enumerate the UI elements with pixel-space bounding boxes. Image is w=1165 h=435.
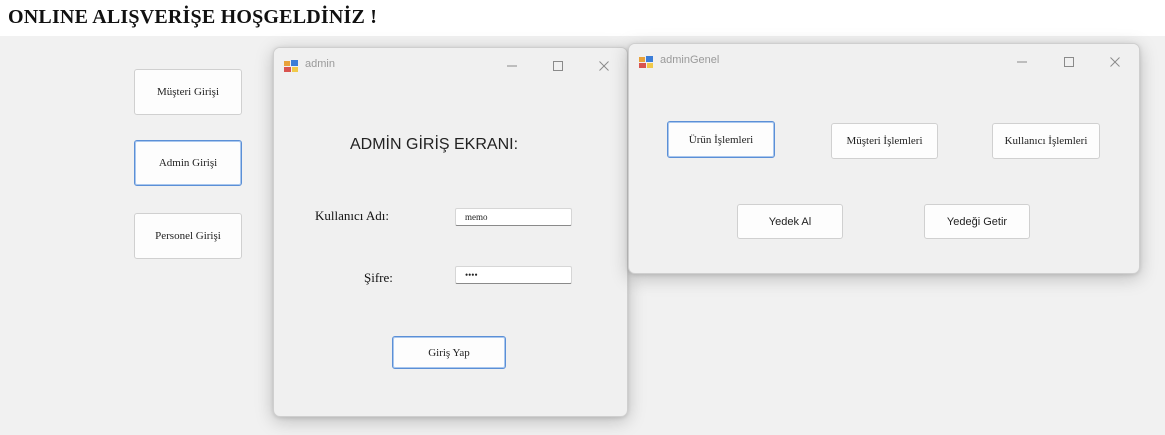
minimize-icon[interactable] [492,54,532,78]
personel-girisi-button[interactable]: Personel Girişi [134,213,242,259]
minimize-icon[interactable] [1002,50,1042,74]
yedek-al-button[interactable]: Yedek Al [737,204,843,239]
username-input[interactable] [455,208,572,226]
maximize-icon[interactable] [538,54,578,78]
admin-window-titlebar[interactable]: admin [274,48,627,84]
admingenel-window: adminGenel Ürün İşlemleri Müşteri İşleml… [628,43,1140,274]
app-icon [638,55,654,69]
admin-window: admin ADMİN GİRİŞ EKRANI: Kullanıcı Adı:… [273,47,628,417]
admingenel-window-title: adminGenel [660,54,720,66]
app-icon [283,59,299,73]
admin-girisi-button[interactable]: Admin Girişi [134,140,242,186]
admingenel-window-titlebar[interactable]: adminGenel [629,44,1139,80]
yedegi-getir-button[interactable]: Yedeği Getir [924,204,1030,239]
urun-islemleri-button[interactable]: Ürün İşlemleri [667,121,775,158]
close-icon[interactable] [584,54,624,78]
kullanici-islemleri-button[interactable]: Kullanıcı İşlemleri [992,123,1100,159]
admin-heading: ADMİN GİRİŞ EKRANI: [350,136,519,153]
admin-window-title: admin [305,58,335,70]
musteri-girisi-button[interactable]: Müşteri Girişi [134,69,242,115]
maximize-icon[interactable] [1049,50,1089,74]
password-label: Şifre: [364,270,393,285]
page-title: ONLINE ALIŞVERİŞE HOŞGELDİNİZ ! [8,6,378,28]
username-label: Kullanıcı Adı: [315,208,390,223]
giris-yap-button[interactable]: Giriş Yap [392,336,506,369]
password-input[interactable] [455,266,572,284]
musteri-islemleri-button[interactable]: Müşteri İşlemleri [831,123,938,159]
close-icon[interactable] [1095,50,1135,74]
